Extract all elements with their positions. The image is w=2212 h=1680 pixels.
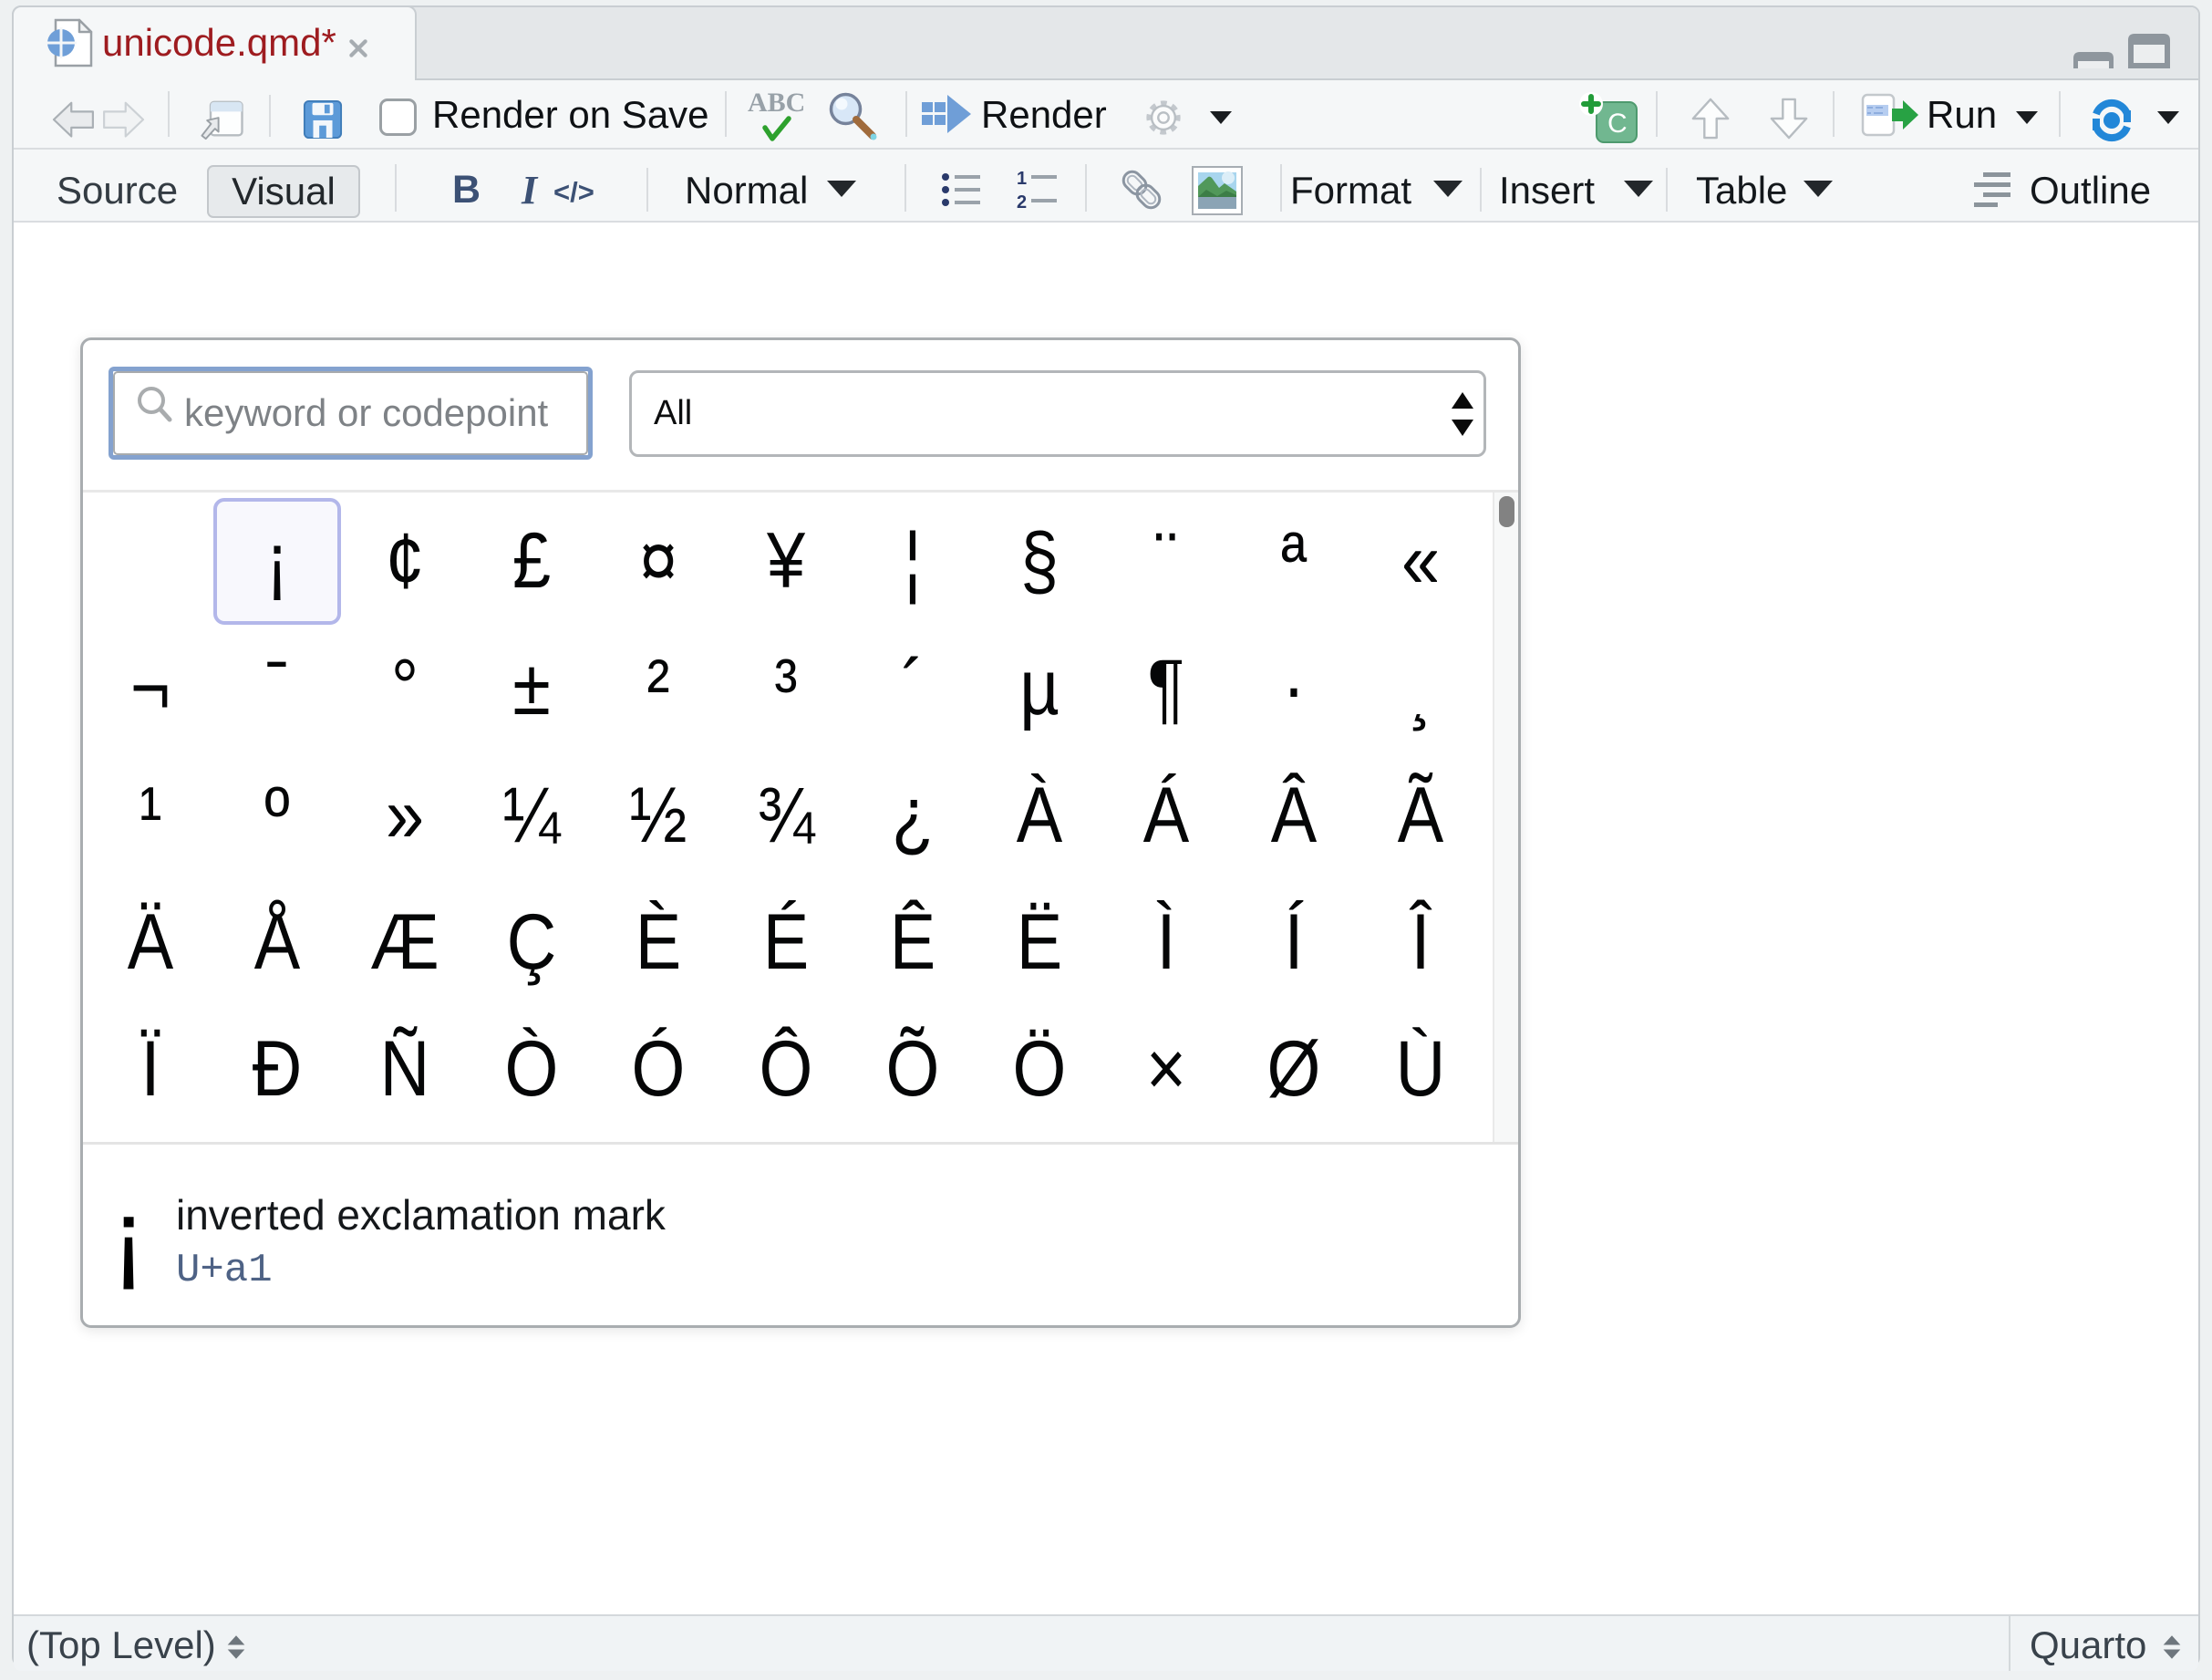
svg-text:1: 1 [1017, 170, 1027, 189]
svg-text:2: 2 [1017, 192, 1027, 210]
svg-text:C: C [1607, 109, 1628, 139]
svg-text:ABC: ABC [748, 89, 805, 118]
